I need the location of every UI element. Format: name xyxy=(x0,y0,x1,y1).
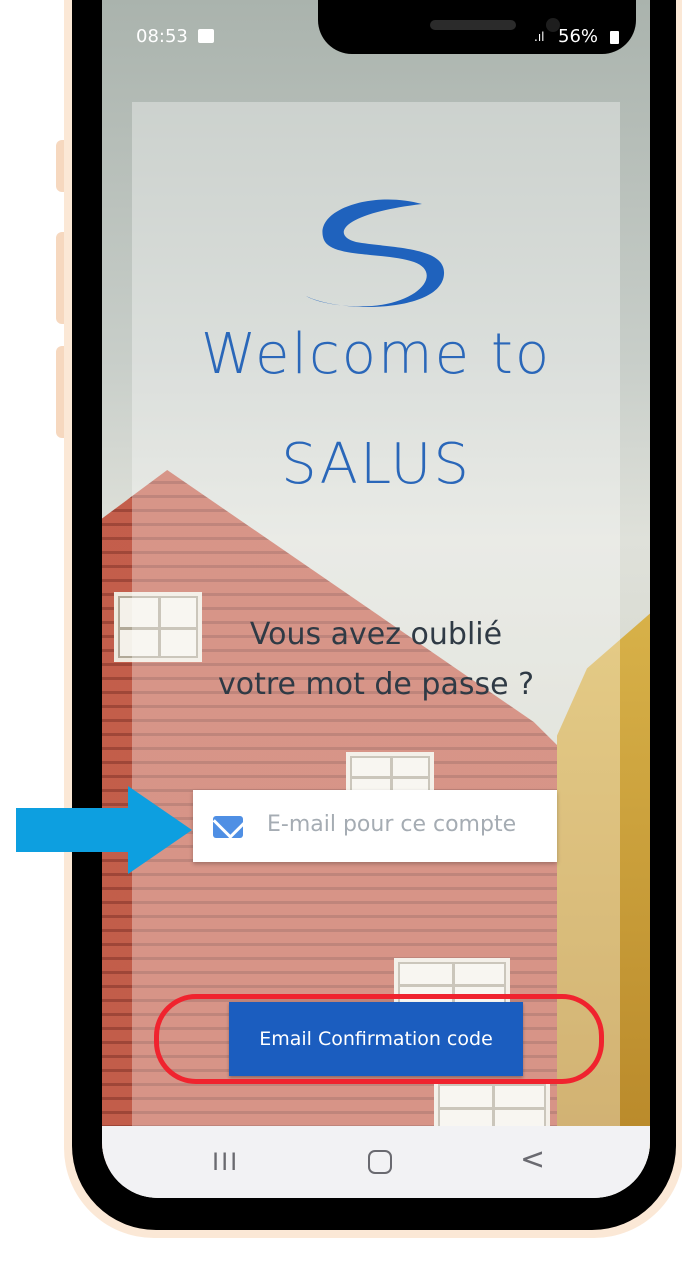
phone-screen: 08:53 .ıl 56% Welcome to SALUS Vous avez… xyxy=(102,0,650,1198)
welcome-title: Welcome to xyxy=(200,322,552,387)
status-time: 08:53 xyxy=(136,26,188,47)
forgot-password-heading: Vous avez oublié votre mot de passe ? xyxy=(102,610,650,710)
tutorial-image: 08:53 .ıl 56% Welcome to SALUS Vous avez… xyxy=(0,0,682,1271)
email-icon xyxy=(213,816,243,838)
signal-icon: .ıl xyxy=(534,30,545,44)
speaker xyxy=(430,20,516,30)
gallery-notification-icon xyxy=(198,29,214,43)
android-nav-bar: III < xyxy=(102,1126,650,1198)
battery-level: 56% xyxy=(558,26,599,47)
back-icon[interactable]: < xyxy=(520,1142,545,1177)
forgot-line-1: Vous avez oublié xyxy=(249,617,503,652)
arrow-annotation-icon xyxy=(16,786,192,874)
recents-icon[interactable]: III xyxy=(212,1148,239,1176)
email-field[interactable]: E-mail pour ce compte xyxy=(193,790,557,862)
button-highlight-annotation xyxy=(154,994,604,1084)
salus-logo-icon xyxy=(306,199,445,307)
battery-icon xyxy=(610,31,619,44)
forgot-line-2: votre mot de passe ? xyxy=(217,667,535,702)
home-icon[interactable] xyxy=(368,1150,392,1174)
email-placeholder[interactable]: E-mail pour ce compte xyxy=(267,812,516,837)
app-name: SALUS xyxy=(281,432,471,497)
